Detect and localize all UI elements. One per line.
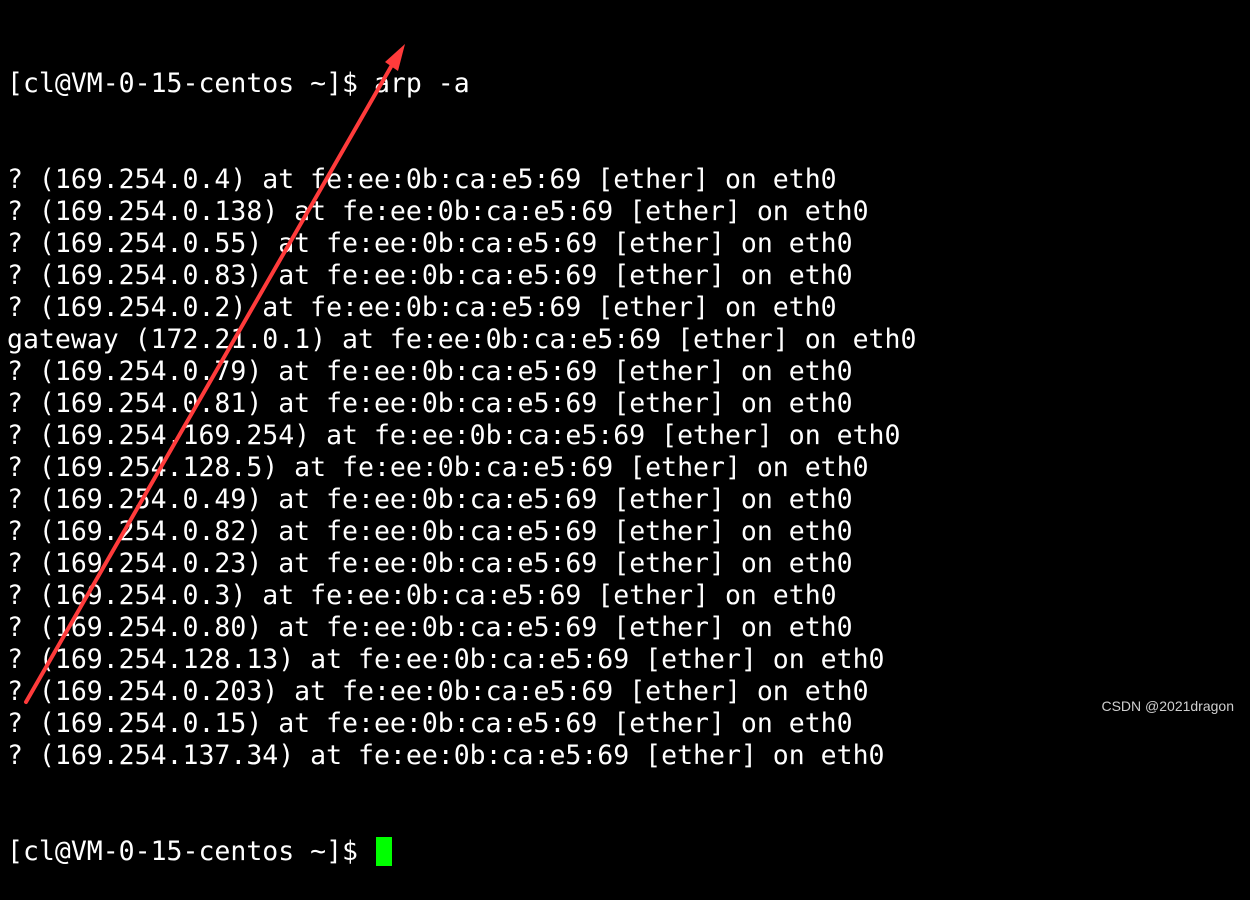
arp-entry: ? (169.254.128.5) at fe:ee:0b:ca:e5:69 [… bbox=[7, 452, 869, 483]
arp-entry: ? (169.254.0.138) at fe:ee:0b:ca:e5:69 [… bbox=[7, 196, 869, 227]
prompt-line[interactable]: [cl@VM-0-15-centos ~]$ bbox=[7, 836, 1250, 868]
arp-entry: ? (169.254.0.55) at fe:ee:0b:ca:e5:69 [e… bbox=[7, 228, 853, 259]
arp-entry: ? (169.254.0.49) at fe:ee:0b:ca:e5:69 [e… bbox=[7, 484, 853, 515]
arp-entry: ? (169.254.137.34) at fe:ee:0b:ca:e5:69 … bbox=[7, 740, 885, 771]
terminal-window[interactable]: [cl@VM-0-15-centos ~]$ arp -a ? (169.254… bbox=[0, 0, 1250, 867]
arp-entry: ? (169.254.0.2) at fe:ee:0b:ca:e5:69 [et… bbox=[7, 292, 837, 323]
arp-entry: ? (169.254.0.80) at fe:ee:0b:ca:e5:69 [e… bbox=[7, 612, 853, 643]
prompt-text: [cl@VM-0-15-centos ~]$ bbox=[7, 836, 374, 867]
arp-entry: ? (169.254.0.82) at fe:ee:0b:ca:e5:69 [e… bbox=[7, 516, 853, 547]
command-line: [cl@VM-0-15-centos ~]$ arp -a bbox=[7, 68, 470, 99]
arp-entry: ? (169.254.128.13) at fe:ee:0b:ca:e5:69 … bbox=[7, 644, 885, 675]
arp-entry: ? (169.254.169.254) at fe:ee:0b:ca:e5:69… bbox=[7, 420, 901, 451]
arp-entry: ? (169.254.0.4) at fe:ee:0b:ca:e5:69 [et… bbox=[7, 164, 837, 195]
arp-entry: ? (169.254.0.83) at fe:ee:0b:ca:e5:69 [e… bbox=[7, 260, 853, 291]
arp-output: ? (169.254.0.4) at fe:ee:0b:ca:e5:69 [et… bbox=[7, 164, 1250, 772]
arp-entry: ? (169.254.0.79) at fe:ee:0b:ca:e5:69 [e… bbox=[7, 356, 853, 387]
arp-entry: ? (169.254.0.203) at fe:ee:0b:ca:e5:69 [… bbox=[7, 676, 869, 707]
arp-entry: ? (169.254.0.3) at fe:ee:0b:ca:e5:69 [et… bbox=[7, 580, 837, 611]
arp-entry: gateway (172.21.0.1) at fe:ee:0b:ca:e5:6… bbox=[7, 324, 917, 355]
arp-entry: ? (169.254.0.81) at fe:ee:0b:ca:e5:69 [e… bbox=[7, 388, 853, 419]
text-cursor bbox=[375, 837, 392, 866]
arp-entry: ? (169.254.0.15) at fe:ee:0b:ca:e5:69 [e… bbox=[7, 708, 853, 739]
arp-entry: ? (169.254.0.23) at fe:ee:0b:ca:e5:69 [e… bbox=[7, 548, 853, 579]
watermark: CSDN @2021dragon bbox=[1101, 698, 1234, 714]
